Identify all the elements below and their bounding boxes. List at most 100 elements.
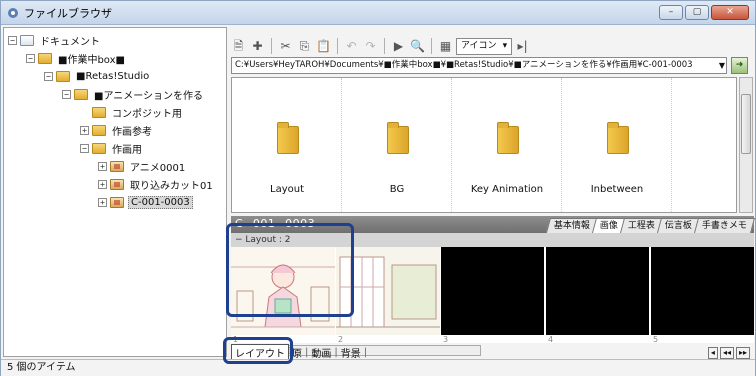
scrollbar-thumb[interactable]: [741, 94, 751, 154]
layer-header[interactable]: − Layout : 2: [231, 233, 754, 247]
play-icon[interactable]: ▶: [390, 38, 407, 55]
rewind-button[interactable]: ◂◂: [719, 347, 734, 359]
tree-node-label: C-001-0003: [128, 195, 193, 209]
tree-node[interactable]: + アニメ0001: [98, 158, 187, 174]
folder-icon: [277, 122, 299, 154]
tree-expander[interactable]: +: [98, 179, 107, 189]
file-browser-window: ファイルブラウザ – ▢ ✕ − ドキュメント − ■作業中box■ − ■Re…: [0, 0, 756, 376]
undo-icon[interactable]: ↶: [343, 38, 360, 55]
folder-icon: [74, 88, 88, 100]
content-pane: 🗎 ✚ ✂ ⎘ 📋 ↶ ↷ ▶ 🔍 ▦ アイコン ▾ ▸| C:¥Users¥H…: [230, 27, 756, 361]
tab-background[interactable]: 背景: [338, 345, 364, 360]
new-folder-icon[interactable]: ✚: [249, 38, 266, 55]
tree-node-label: コンポジット用: [112, 108, 182, 120]
tree-expander[interactable]: −: [26, 53, 35, 63]
tree-node[interactable]: − 作画用: [80, 140, 144, 156]
app-icon: [8, 7, 18, 18]
folder-icon: [56, 70, 70, 82]
tree-expander[interactable]: +: [98, 197, 107, 207]
thumbnail-number: 3: [443, 335, 449, 344]
folder-icon: [497, 122, 519, 154]
layout-thumbnail-1[interactable]: [231, 247, 335, 335]
fast-forward-button[interactable]: ▸▸: [735, 347, 750, 359]
toolbar-separator: [271, 38, 272, 54]
thumbnail-number: 2: [338, 335, 344, 344]
thumbnail-number: 5: [653, 335, 659, 344]
folder-view: Layout BG Key Animation Inbetween: [231, 77, 737, 213]
layer-type-tabs: レイアウト 原 | 動画 | 背景 |: [231, 344, 368, 361]
tab-divider: |: [363, 347, 368, 358]
path-dropdown-icon[interactable]: ▼: [716, 58, 726, 73]
folder-label: Inbetween: [590, 184, 644, 195]
tree-node-label: 作画用: [112, 144, 142, 156]
step-back-button[interactable]: ◂: [707, 347, 718, 359]
background-drawing: [336, 247, 440, 335]
thumbnail-number: 1: [233, 335, 239, 344]
tab-label: 基本情報: [553, 221, 590, 231]
split-view-icon[interactable]: ▸|: [514, 38, 531, 55]
empty-thumbnail-4[interactable]: [546, 247, 650, 335]
tree-node-label: ■作業中box■: [58, 54, 125, 66]
folder-item[interactable]: Key Animation: [452, 78, 562, 212]
document-folder-icon: [20, 34, 34, 46]
go-button[interactable]: ➜: [731, 57, 748, 74]
redo-icon[interactable]: ↷: [362, 38, 379, 55]
path-field[interactable]: C:¥Users¥HeyTAROH¥Documents¥■作業中box■¥■Re…: [231, 57, 727, 74]
maximize-button[interactable]: ▢: [685, 5, 709, 20]
close-button[interactable]: ✕: [711, 5, 749, 20]
tree-node[interactable]: + 作画参考: [80, 122, 154, 138]
tree-node-selected[interactable]: + C-001-0003: [98, 194, 193, 210]
chevron-down-icon: ▾: [502, 40, 508, 51]
tree-node-label: アニメ0001: [130, 162, 186, 174]
tab-label: 工程表: [627, 221, 655, 231]
tree-node[interactable]: − ドキュメント: [8, 32, 102, 48]
tab-label: 手書きメモ: [701, 221, 747, 231]
window-title: ファイルブラウザ: [24, 6, 112, 20]
folder-item[interactable]: Layout: [232, 78, 342, 212]
folder-tree[interactable]: − ドキュメント − ■作業中box■ − ■Retas!Studio − ■ア…: [3, 27, 227, 357]
cut-folder-icon: [110, 178, 124, 190]
folder-icon: [92, 124, 106, 136]
tab-basic-info[interactable]: 基本情報: [545, 218, 598, 233]
empty-thumbnail-5[interactable]: [651, 247, 755, 335]
thumbnail-strip: 1 2 3 4 5 ◂ ◂◂ ▸▸: [231, 247, 755, 359]
tree-node[interactable]: + 取り込みカット01: [98, 176, 215, 192]
search-icon[interactable]: 🔍: [409, 38, 426, 55]
tab-handwritten-memo[interactable]: 手書きメモ: [693, 218, 756, 233]
minimize-button[interactable]: –: [659, 5, 683, 20]
view-mode-select[interactable]: アイコン ▾: [456, 37, 513, 55]
new-cut-icon[interactable]: 🗎: [230, 38, 247, 55]
cut-icon[interactable]: ✂: [277, 38, 294, 55]
tree-node-label: ■アニメーションを作る: [94, 90, 204, 102]
tab-label: 画像: [599, 221, 618, 231]
tree-expander[interactable]: +: [98, 161, 107, 171]
tree-node[interactable]: − ■作業中box■: [26, 50, 127, 66]
copy-icon[interactable]: ⎘: [296, 38, 313, 55]
folder-item[interactable]: Inbetween: [562, 78, 672, 212]
cut-folder-icon: [110, 196, 124, 208]
paste-icon[interactable]: 📋: [315, 38, 332, 55]
tree-node[interactable]: コンポジット用: [92, 104, 184, 120]
layout-thumbnail-2[interactable]: [336, 247, 440, 335]
title-bar: ファイルブラウザ – ▢ ✕: [1, 1, 755, 25]
folder-icon: [387, 122, 409, 154]
tree-node-label: ■Retas!Studio: [76, 70, 150, 82]
tree-expander[interactable]: −: [62, 89, 71, 99]
tree-expander[interactable]: −: [8, 35, 17, 45]
folder-icon: [92, 142, 106, 154]
tree-node[interactable]: − ■Retas!Studio: [44, 68, 151, 84]
view-toggle-icon[interactable]: ▦: [437, 38, 454, 55]
character-drawing: [231, 247, 335, 335]
tree-expander[interactable]: +: [80, 125, 89, 135]
tab-genga[interactable]: 原: [289, 345, 305, 360]
empty-thumbnail-3[interactable]: [441, 247, 545, 335]
tree-expander[interactable]: −: [80, 143, 89, 153]
folder-item[interactable]: BG: [342, 78, 452, 212]
tree-node[interactable]: − ■アニメーションを作る: [62, 86, 205, 102]
cut-folder-icon: [110, 160, 124, 172]
toolbar-separator: [431, 38, 432, 54]
tree-node-label: 取り込みカット01: [130, 180, 213, 192]
tab-douga[interactable]: 動画: [308, 345, 334, 360]
vertical-scrollbar[interactable]: [739, 77, 753, 213]
tree-expander[interactable]: −: [44, 71, 53, 81]
